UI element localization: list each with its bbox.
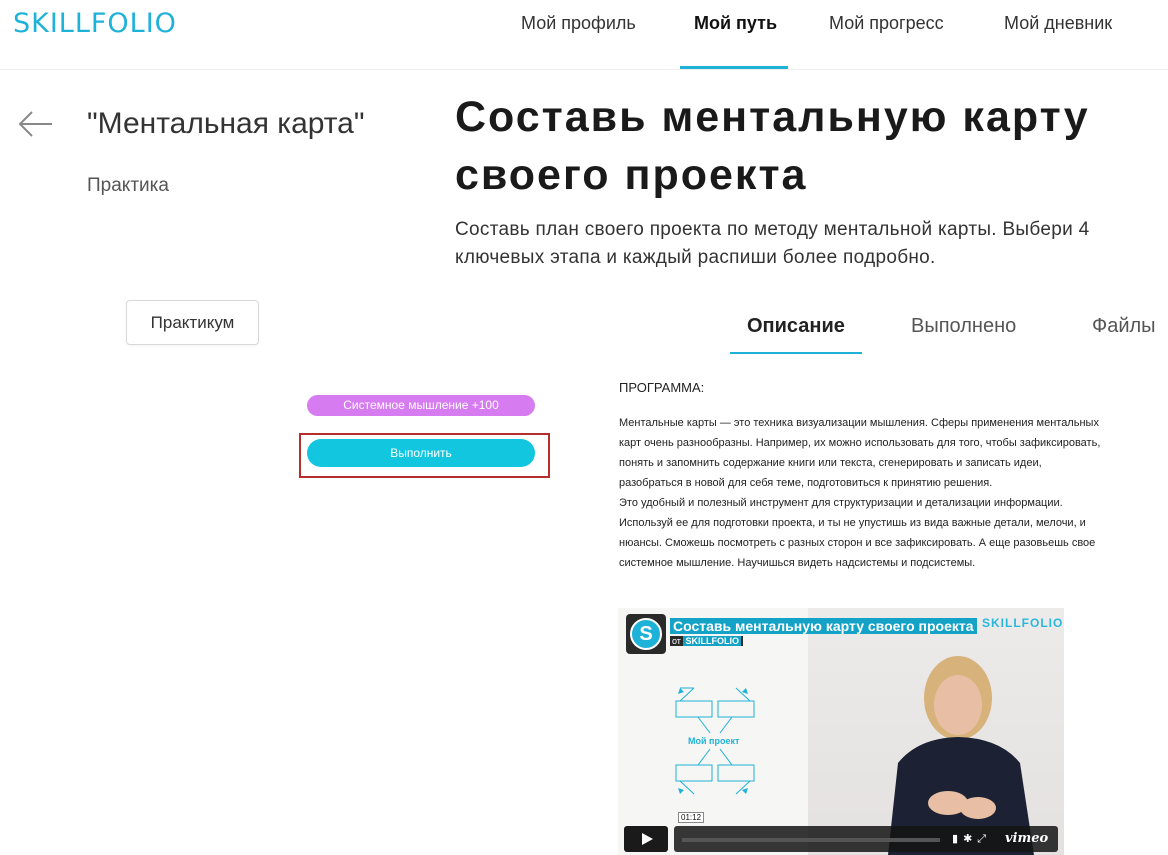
tab-description[interactable]: Описание <box>747 315 845 338</box>
video-progress-bar[interactable]: ▮ ✱ ⤢ vimeo <box>674 826 1058 852</box>
presenter-image <box>888 656 1034 855</box>
program-line: понять и запомнить содержание книги или … <box>619 457 1042 469</box>
video-progress-track[interactable] <box>682 838 940 842</box>
lesson-type: Практика <box>87 175 169 196</box>
top-header: SKILLFOLIO Мой профиль Мой путь Мой прог… <box>0 0 1168 70</box>
program-heading: ПРОГРАММА: <box>619 380 705 395</box>
play-icon[interactable] <box>624 826 668 852</box>
video-title[interactable]: Составь ментальную карту своего проекта <box>670 618 977 634</box>
video-map-label: Мой проект <box>688 736 740 746</box>
video-brand-watermark: SKILLFOLIO <box>982 616 1064 630</box>
practicum-button[interactable]: Практикум <box>126 300 259 345</box>
program-line: разобраться в новой для себя теме, подго… <box>619 477 993 489</box>
tab-completed[interactable]: Выполнено <box>911 315 1016 338</box>
video-time-tooltip: 01:12 <box>678 812 705 823</box>
program-line: системное мышление. Научишься видеть над… <box>619 557 976 569</box>
video-player[interactable]: Мой проект S Составь ментальную карту св… <box>618 608 1064 855</box>
task-description: Составь план своего проекта по методу ме… <box>455 219 1090 268</box>
vimeo-logo[interactable]: vimeo <box>1005 831 1048 846</box>
settings-gear-icon[interactable]: ✱ <box>963 833 972 845</box>
program-line: Это удобный и полезный инструмент для ст… <box>619 497 1063 509</box>
nav-active-indicator <box>680 66 788 69</box>
lesson-title: "Ментальная карта" <box>87 107 365 140</box>
video-by-brand[interactable]: SKILLFOLIO <box>683 636 741 646</box>
fullscreen-icon[interactable]: ⤢ <box>977 833 986 845</box>
skill-reward-badge: Системное мышление +100 <box>307 395 535 416</box>
nav-my-progress[interactable]: Мой прогресс <box>829 13 944 34</box>
program-text: Ментальные карты — это техника визуализа… <box>619 413 1164 573</box>
video-channel-badge[interactable]: S <box>626 614 666 654</box>
skillfolio-s-icon: S <box>630 618 662 650</box>
back-arrow-icon[interactable] <box>18 110 54 138</box>
main-nav: Мой профиль Мой путь Мой прогресс Мой дн… <box>0 13 1168 35</box>
program-line: Используй ее для подготовки проекта, и т… <box>619 517 1086 529</box>
program-line: нюансы. Сможешь посмотреть с разных стор… <box>619 537 1096 549</box>
tab-active-indicator <box>730 352 862 354</box>
volume-icon[interactable]: ▮ <box>952 833 958 845</box>
nav-my-diary[interactable]: Мой дневник <box>1004 13 1112 34</box>
nav-my-path[interactable]: Мой путь <box>694 13 777 34</box>
video-control-icons: ▮ ✱ ⤢ <box>952 832 991 846</box>
video-by-prefix: от <box>672 636 681 646</box>
program-line: Ментальные карты — это техника визуализа… <box>619 417 1099 429</box>
video-byline: от SKILLFOLIO <box>670 636 743 646</box>
tab-files[interactable]: Файлы <box>1092 315 1156 338</box>
task-title: Составь ментальную карту своего проекта <box>455 93 1090 199</box>
program-line: карт очень разнообразны. Например, их мо… <box>619 437 1101 449</box>
video-controls: ▮ ✱ ⤢ vimeo 01:12 <box>624 812 1058 852</box>
nav-my-profile[interactable]: Мой профиль <box>521 13 636 34</box>
complete-button[interactable]: Выполнить <box>307 439 535 467</box>
